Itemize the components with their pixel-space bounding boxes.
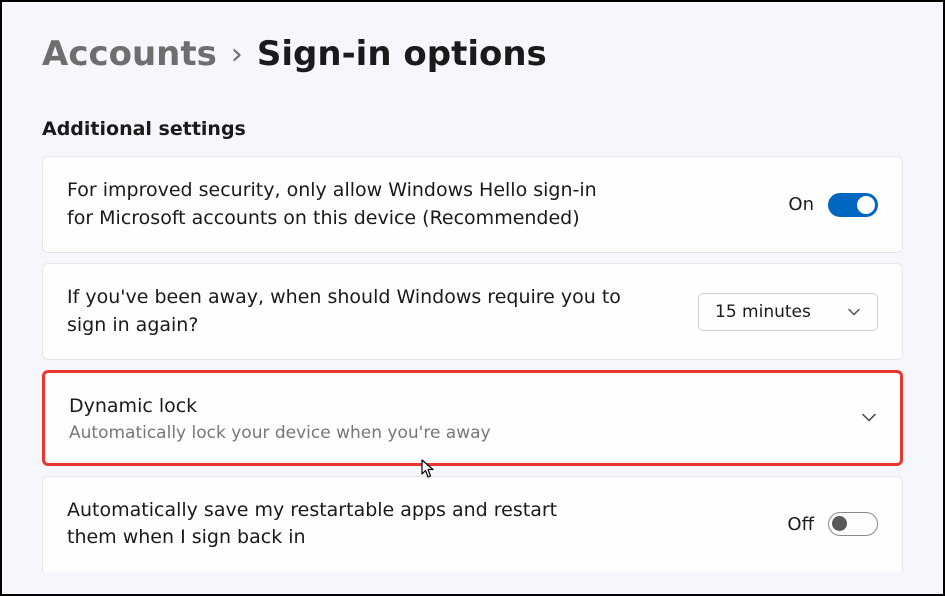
windows-hello-toggle[interactable] xyxy=(828,193,878,217)
page-title: Sign-in options xyxy=(257,34,547,74)
setting-description: Automatically lock your device when you'… xyxy=(69,423,838,443)
setting-label: Automatically save my restartable apps a… xyxy=(67,497,607,552)
restartable-apps-toggle[interactable] xyxy=(828,512,878,536)
require-signin-dropdown[interactable]: 15 minutes xyxy=(698,293,878,331)
setting-label: If you've been away, when should Windows… xyxy=(67,284,627,339)
setting-label: Dynamic lock xyxy=(69,393,838,421)
setting-label: For improved security, only allow Window… xyxy=(67,177,627,232)
chevron-down-icon xyxy=(847,305,861,319)
chevron-right-icon: › xyxy=(231,37,243,72)
breadcrumb-parent[interactable]: Accounts xyxy=(42,34,217,74)
breadcrumb: Accounts › Sign-in options xyxy=(42,34,903,74)
toggle-state-label: On xyxy=(788,194,814,215)
setting-row-require-signin: If you've been away, when should Windows… xyxy=(42,263,903,360)
chevron-down-icon xyxy=(862,411,876,425)
setting-row-windows-hello: For improved security, only allow Window… xyxy=(42,156,903,253)
setting-row-dynamic-lock[interactable]: Dynamic lock Automatically lock your dev… xyxy=(42,370,903,466)
dropdown-value: 15 minutes xyxy=(715,302,811,322)
toggle-state-label: Off xyxy=(787,514,814,535)
setting-row-restartable-apps: Automatically save my restartable apps a… xyxy=(42,476,903,572)
section-heading: Additional settings xyxy=(42,118,903,140)
